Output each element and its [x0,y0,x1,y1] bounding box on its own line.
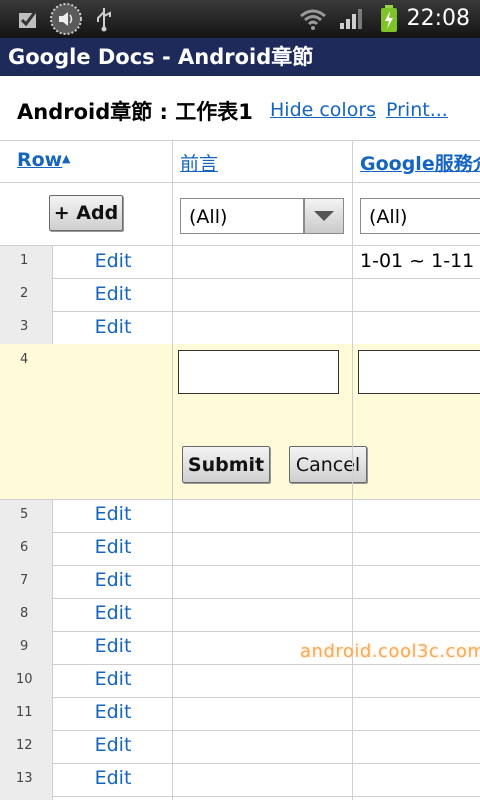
grid-line [0,664,480,665]
row-number: 10 [16,672,33,687]
edit-row-link[interactable]: Edit [54,316,172,338]
sheet-header: Android章節 : 工作表1 Hide colors Print... [0,76,480,142]
grid-line [0,796,480,797]
grid-line [172,140,173,800]
watermark-text: android.cool3c.com [300,641,480,662]
edit-row-link[interactable]: Edit [54,668,172,690]
wifi-icon [298,0,328,38]
row-number: 4 [20,352,29,367]
grid-line [0,245,480,246]
submit-button[interactable]: Submit [182,446,270,483]
table-cell[interactable]: 1-01 ~ 1-11 [360,250,474,272]
grid-line [0,182,480,183]
app-title: Google Docs - Android章節 [8,45,314,69]
volume-icon [48,0,84,38]
grid-line [0,311,480,312]
row-number: 3 [20,319,29,334]
edit-row-link[interactable]: Edit [54,602,172,624]
filter-select-col2[interactable]: (All) [360,198,480,234]
grid-line [52,500,53,800]
edit-row-link[interactable]: Edit [54,283,172,305]
hide-colors-link[interactable]: Hide colors [270,99,376,121]
usb-icon [92,0,116,38]
edit-row-link[interactable]: Edit [54,536,172,558]
grid-line [0,140,480,141]
edit-row-link[interactable]: Edit [54,734,172,756]
edit-row-link[interactable]: Edit [54,250,172,272]
edit-row-link[interactable]: Edit [54,635,172,657]
column-header-google-services[interactable]: Google服務介 [360,149,480,176]
edit-row-link[interactable]: Edit [54,569,172,591]
grid-line [0,631,480,632]
grid-line [0,697,480,698]
signal-icon [338,0,364,38]
grid-line [0,532,480,533]
app-title-bar: Google Docs - Android章節 [0,38,480,76]
row-number: 1 [20,253,29,268]
add-row-button[interactable]: + Add [49,195,123,231]
sheet-title: Android章節 : 工作表1 [17,100,253,124]
grid-line [0,499,480,500]
edit-row-link[interactable]: Edit [54,701,172,723]
grid-line [52,246,53,344]
status-bar: 22:08 [0,0,480,38]
new-row-form: Submit Cancel [0,344,480,499]
battery-charging-icon [376,0,402,38]
row-number: 7 [20,573,29,588]
edit-row-link[interactable]: Edit [54,503,172,525]
row-number: 2 [20,286,29,301]
row-number: 12 [16,738,33,753]
row-number: 5 [20,507,29,522]
column-header-row[interactable]: Row [17,149,62,171]
filter-select-col1[interactable]: (All) [180,198,304,234]
grid-line [0,278,480,279]
column-header-foreword[interactable]: 前言 [180,149,218,176]
grid-line [352,140,353,800]
grid-line [0,763,480,764]
new-row-input-col1[interactable] [178,350,339,394]
grid-line [0,565,480,566]
filter-dropdown-button[interactable] [304,198,344,234]
edit-row-link[interactable]: Edit [54,767,172,789]
row-number: 8 [20,606,29,621]
sort-ascending-icon: ▲ [62,152,71,165]
cancel-button[interactable]: Cancel [289,446,367,483]
row-number: 6 [20,540,29,555]
print-link[interactable]: Print... [386,99,448,121]
grid-line [0,730,480,731]
chevron-down-icon [314,211,334,221]
checkbox-notification-icon [14,0,42,38]
row-number: 13 [16,771,33,786]
grid-line [0,598,480,599]
status-clock: 22:08 [406,6,470,31]
new-row-input-col2[interactable] [358,350,480,394]
row-number: 9 [20,639,29,654]
row-number: 11 [16,705,33,720]
